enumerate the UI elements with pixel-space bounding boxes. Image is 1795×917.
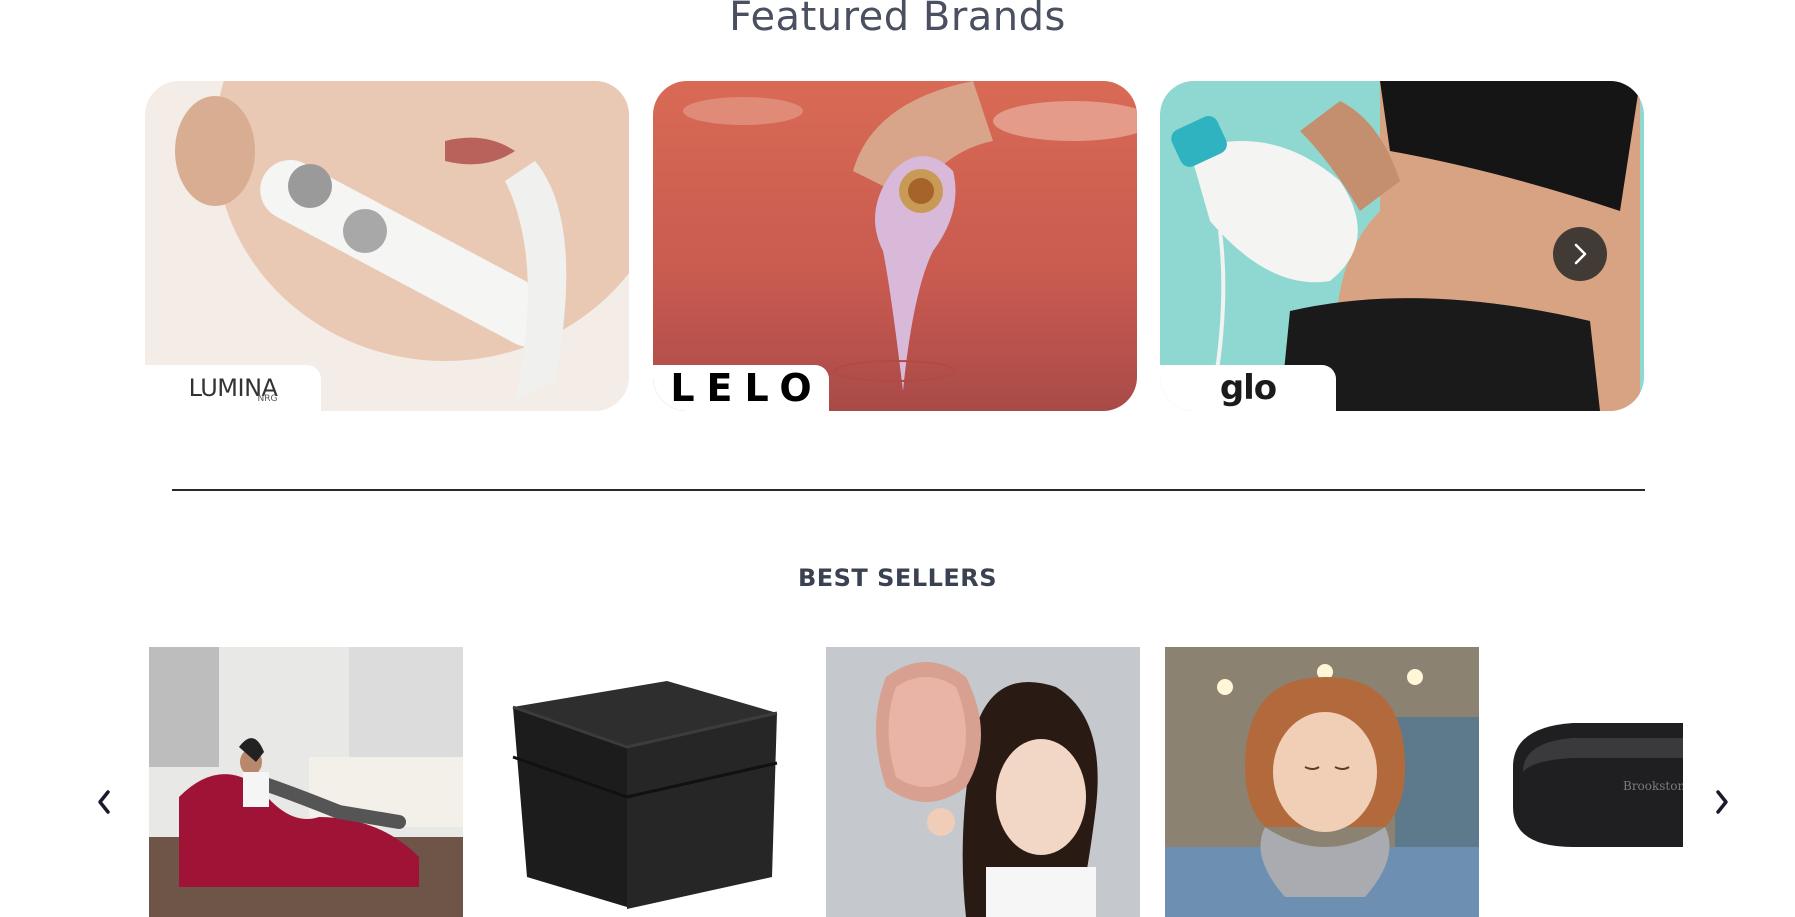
- brand-logo-tab-glo: glo: [1160, 365, 1336, 411]
- brand-card-lelo[interactable]: LELO: [653, 81, 1137, 411]
- product-card[interactable]: [149, 647, 463, 917]
- product-card[interactable]: [1165, 647, 1479, 917]
- featured-brands-next-button[interactable]: [1553, 227, 1607, 281]
- product-brand-text: Brookstone: [1623, 779, 1683, 793]
- product-card[interactable]: [487, 647, 801, 917]
- chevron-right-icon: [1574, 243, 1587, 265]
- featured-brands-title: Featured Brands: [729, 0, 1066, 40]
- product-card[interactable]: Brookstone: [1503, 647, 1683, 917]
- product-card[interactable]: [826, 647, 1140, 917]
- brand-logo-tab-lumina: LUMINA NRG: [145, 365, 321, 411]
- best-sellers-prev-button[interactable]: [89, 782, 119, 822]
- brand-image-lelo: [653, 81, 1137, 411]
- brand-logo-lelo: LELO: [670, 366, 824, 410]
- brand-logo-tab-lelo: LELO: [653, 365, 829, 411]
- brand-logo-subtext: NRG: [257, 394, 278, 404]
- best-sellers-title: BEST SELLERS: [797, 564, 998, 592]
- brand-image-lumina: [145, 81, 629, 411]
- product-image-cube: [487, 647, 801, 917]
- product-image-neck-pillow: [1165, 647, 1479, 917]
- brand-card-lumina[interactable]: LUMINA NRG: [145, 81, 629, 411]
- chevron-left-icon: [98, 790, 110, 814]
- product-image-chaise: [149, 647, 463, 917]
- chevron-right-icon: [1716, 790, 1728, 814]
- brand-logo-glo: glo: [1219, 368, 1277, 408]
- product-image-led-mask: [826, 647, 1140, 917]
- best-sellers-next-button[interactable]: [1707, 782, 1737, 822]
- section-divider: [172, 489, 1645, 491]
